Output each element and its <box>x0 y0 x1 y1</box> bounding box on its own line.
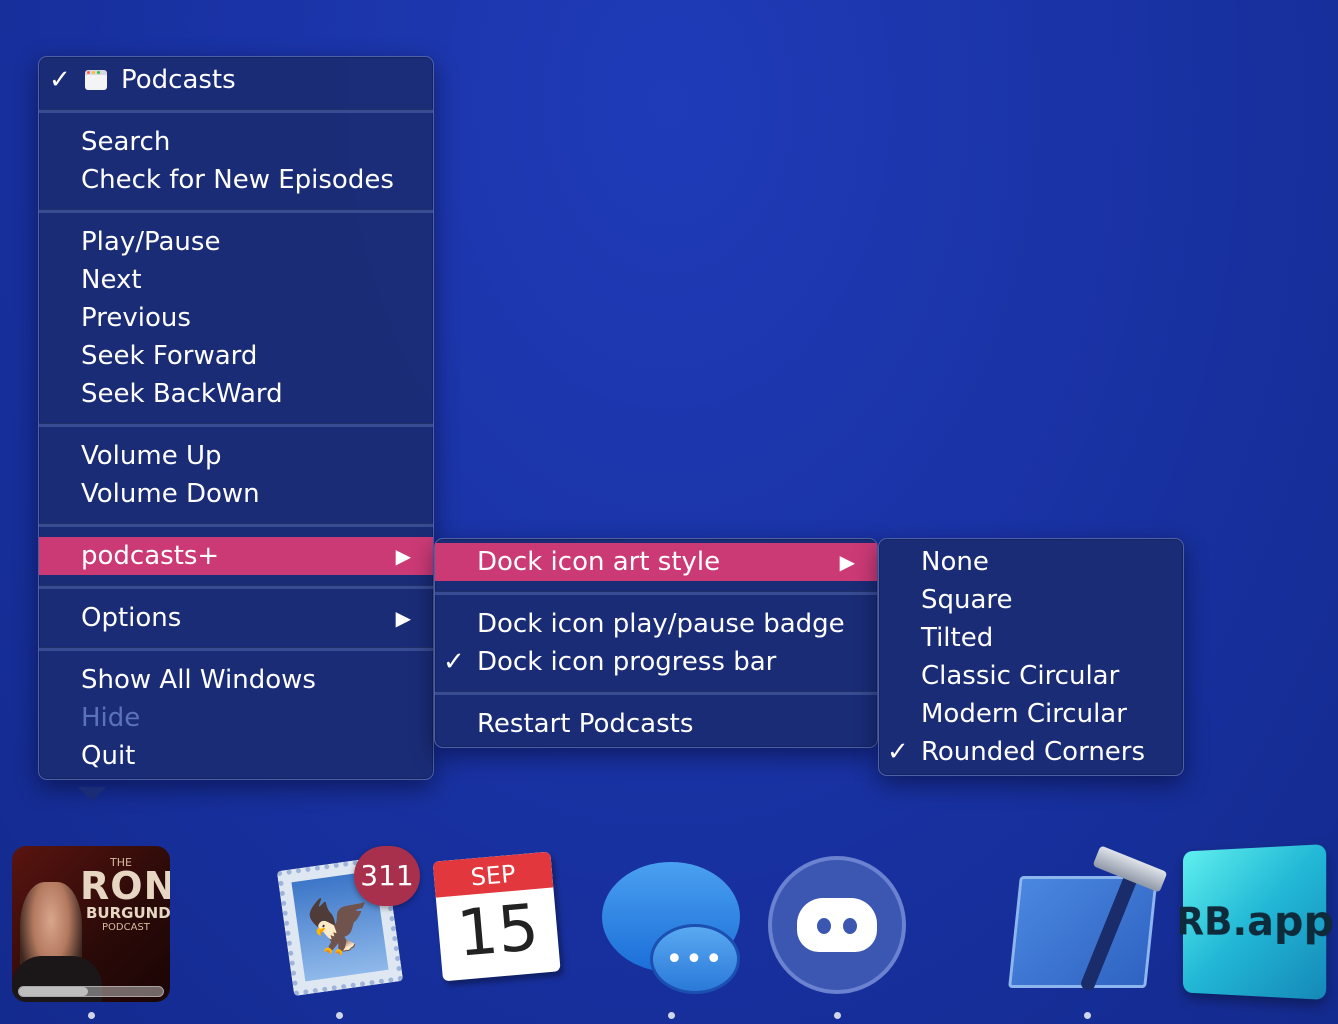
menu-item-label: Rounded Corners <box>921 737 1146 767</box>
checkmark-icon: ✓ <box>887 737 909 767</box>
menu-item-volume-down[interactable]: Volume Down <box>39 475 433 513</box>
menu-item-label: podcasts+ <box>81 541 220 571</box>
menu-item-label: Classic Circular <box>921 661 1120 691</box>
menu-item-label: Volume Up <box>81 441 222 471</box>
blueprint-icon <box>1008 876 1158 988</box>
menu-item-label: Square <box>921 585 1013 615</box>
menu-item-seek-forward[interactable]: Seek Forward <box>39 337 433 375</box>
typing-bubble-icon: ••• <box>650 924 740 994</box>
menu-separator <box>39 109 433 113</box>
rb-app-label: RB.app <box>1176 897 1335 947</box>
menu-item-restart-podcasts[interactable]: Restart Podcasts <box>435 705 877 743</box>
menu-item-label: Restart Podcasts <box>477 709 694 739</box>
submenu-arrow-icon: ▶ <box>839 550 855 574</box>
running-indicator <box>1084 1012 1091 1019</box>
menu-separator <box>39 523 433 527</box>
menu-item-podcasts-plus[interactable]: podcasts+ ▶ <box>39 537 433 575</box>
menu-separator <box>39 209 433 213</box>
menu-separator <box>435 691 877 695</box>
dock-progress-bar <box>18 986 164 997</box>
menu-item-play-pause[interactable]: Play/Pause <box>39 223 433 261</box>
menu-separator <box>435 591 877 595</box>
menu-item-label: Seek Forward <box>81 341 258 371</box>
menu-separator <box>39 585 433 589</box>
running-indicator <box>336 1012 343 1019</box>
menu-item-next[interactable]: Next <box>39 261 433 299</box>
checkmark-icon: ✓ <box>443 647 465 677</box>
mail-unread-badge: 311 <box>354 846 420 906</box>
podcast-art-text: PODCAST <box>102 922 150 933</box>
menu-item-art-classic-circular[interactable]: Classic Circular <box>879 657 1183 695</box>
menu-item-art-modern-circular[interactable]: Modern Circular <box>879 695 1183 733</box>
menu-item-dock-icon-play-pause-badge[interactable]: Dock icon play/pause badge <box>435 605 877 643</box>
submenu-arrow-icon: ▶ <box>395 544 411 568</box>
menu-separator <box>39 647 433 651</box>
submenu-arrow-icon: ▶ <box>395 606 411 630</box>
menu-item-label: Seek BackWard <box>81 379 283 409</box>
running-indicator <box>88 1012 95 1019</box>
menu-item-label: Previous <box>81 303 191 333</box>
podcasts-plus-submenu: Dock icon art style ▶ Dock icon play/pau… <box>434 538 878 748</box>
menu-item-label: Options <box>81 603 182 633</box>
menu-item-art-none[interactable]: None <box>879 543 1183 581</box>
menu-item-label: Tilted <box>921 623 994 653</box>
dock-progress-fill <box>19 987 89 996</box>
menu-item-volume-up[interactable]: Volume Up <box>39 437 433 475</box>
menu-item-label: Quit <box>81 741 136 771</box>
menu-item-label: Next <box>81 265 142 295</box>
menu-item-check-new-episodes[interactable]: Check for New Episodes <box>39 161 433 199</box>
calendar-day: 15 <box>454 890 542 972</box>
rb-app-dock-icon[interactable]: RB.app <box>1177 844 1334 1000</box>
menu-item-dock-icon-art-style[interactable]: Dock icon art style ▶ <box>435 543 877 581</box>
messages-dock-icon[interactable]: ••• <box>600 860 742 998</box>
menu-item-label: Podcasts <box>121 65 236 95</box>
checkmark-icon: ✓ <box>49 65 71 95</box>
menu-item-search[interactable]: Search <box>39 123 433 161</box>
menu-separator <box>39 423 433 427</box>
menu-item-label: Dock icon play/pause badge <box>477 609 845 639</box>
menu-item-label: Dock icon progress bar <box>477 647 777 677</box>
menu-item-label: Modern Circular <box>921 699 1127 729</box>
dock-context-menu: ✓ Podcasts Search Check for New Episodes… <box>38 56 434 780</box>
menu-item-label: None <box>921 547 989 577</box>
menu-pointer-caret <box>78 787 106 801</box>
menu-item-label: Volume Down <box>81 479 260 509</box>
menu-item-label: Search <box>81 127 171 157</box>
menu-item-art-rounded-corners[interactable]: ✓ Rounded Corners <box>879 733 1183 771</box>
menu-item-options[interactable]: Options ▶ <box>39 599 433 637</box>
menu-item-label: Hide <box>81 703 141 733</box>
menu-item-hide: Hide <box>39 699 433 737</box>
calendar-dock-icon[interactable]: SEP 15 <box>432 851 572 990</box>
menu-item-show-all-windows[interactable]: Show All Windows <box>39 661 433 699</box>
running-indicator <box>668 1012 675 1019</box>
menu-item-art-tilted[interactable]: Tilted <box>879 619 1183 657</box>
discord-dock-icon[interactable] <box>768 856 906 994</box>
menu-item-podcasts-window[interactable]: ✓ Podcasts <box>39 61 433 99</box>
podcast-art-title: RON <box>80 864 170 908</box>
menu-item-quit[interactable]: Quit <box>39 737 433 775</box>
menu-item-art-square[interactable]: Square <box>879 581 1183 619</box>
running-indicator <box>834 1012 841 1019</box>
menu-item-seek-backward[interactable]: Seek BackWard <box>39 375 433 413</box>
menu-item-label: Play/Pause <box>81 227 221 257</box>
podcast-art-subtitle: BURGUNDY <box>86 904 170 922</box>
menu-item-label: Show All Windows <box>81 665 316 695</box>
calendar-page: SEP 15 <box>432 851 561 982</box>
menu-item-previous[interactable]: Previous <box>39 299 433 337</box>
podcasts-dock-icon[interactable]: THE RON BURGUNDY PODCAST <box>12 846 170 1002</box>
xcode-dock-icon[interactable] <box>1008 845 1168 994</box>
menu-item-label: Dock icon art style <box>477 547 721 577</box>
menu-item-label: Check for New Episodes <box>81 165 394 195</box>
art-style-submenu: None Square Tilted Classic Circular Mode… <box>878 538 1184 776</box>
menu-item-dock-icon-progress-bar[interactable]: ✓ Dock icon progress bar <box>435 643 877 681</box>
window-icon <box>85 70 107 90</box>
discord-controller-icon <box>797 898 877 952</box>
